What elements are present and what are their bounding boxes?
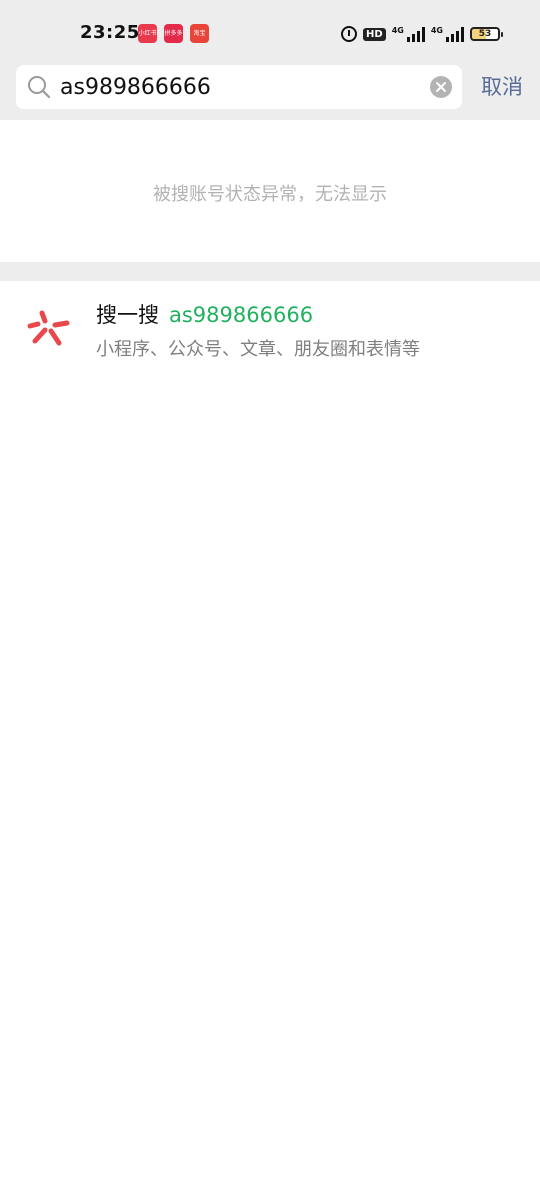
status-icons: HD 4G 4G 53 (341, 22, 503, 46)
search-box[interactable] (16, 65, 462, 109)
battery-icon: 53 (470, 27, 503, 41)
status-time: 23:25 (80, 22, 140, 43)
battery-level: 53 (478, 29, 492, 39)
alarm-icon (341, 26, 358, 42)
notice-panel: 被搜账号状态异常，无法显示 (0, 120, 540, 262)
sou-yi-sou-keyword: as989866666 (169, 303, 314, 327)
sou-yi-sou-subtitle: 小程序、公众号、文章、朋友圈和表情等 (96, 339, 420, 360)
sou-yi-sou-icon (27, 310, 70, 346)
cancel-button[interactable]: 取消 (472, 70, 532, 104)
xiaohongshu-app-icon: 小红书 (138, 24, 157, 43)
search-icon (28, 76, 51, 99)
section-divider (0, 262, 540, 281)
search-input[interactable] (60, 65, 420, 109)
signal-2-icon: 4G (431, 26, 464, 42)
signal-1-icon: 4G (392, 26, 425, 42)
pinduoduo-app-icon: 拼多多 (164, 24, 183, 43)
hd-badge: HD (363, 27, 386, 41)
taobao-app-icon: 淘宝 (190, 24, 209, 43)
sou-yi-sou-label: 搜一搜 (96, 303, 159, 327)
signal-2-label: 4G (430, 26, 443, 35)
clear-icon[interactable] (430, 76, 452, 98)
account-abnormal-notice: 被搜账号状态异常，无法显示 (153, 184, 387, 205)
sou-yi-sou-row[interactable]: 搜一搜 as989866666 小程序、公众号、文章、朋友圈和表情等 (0, 281, 540, 377)
status-bar: 23:25 小红书 拼多多 淘宝 HD 4G 4G 53 (0, 0, 540, 62)
sou-yi-sou-title: 搜一搜 as989866666 (96, 299, 313, 329)
signal-1-label: 4G (391, 26, 404, 35)
